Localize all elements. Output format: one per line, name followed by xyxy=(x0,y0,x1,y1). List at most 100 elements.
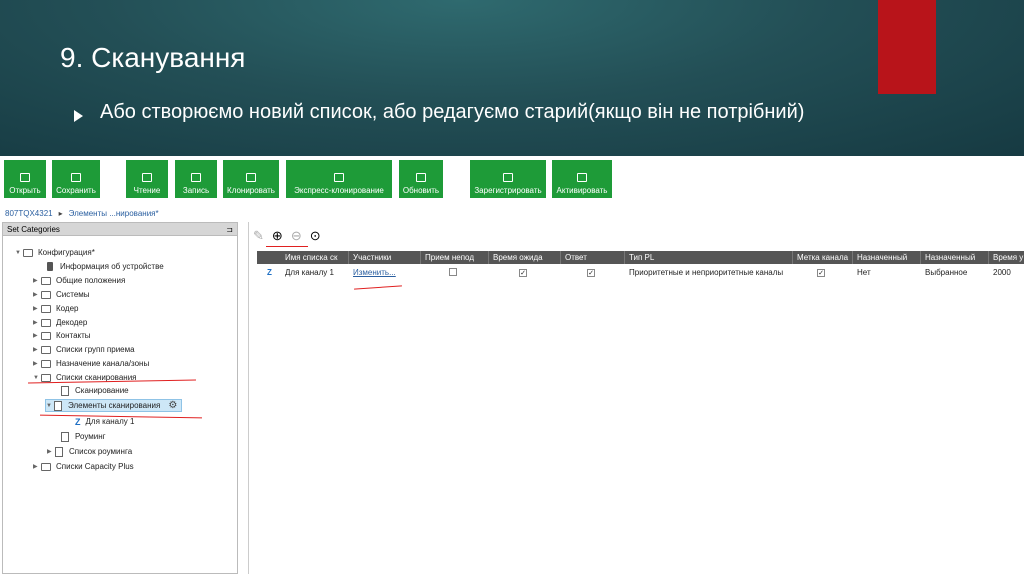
pin-icon[interactable]: ⊐ xyxy=(226,223,233,236)
tree-item-roaming-list[interactable]: ▶ Список роуминга xyxy=(47,445,132,458)
expand-icon[interactable]: ▶ xyxy=(33,463,41,470)
collapse-icon[interactable]: ▼ xyxy=(15,250,23,256)
tree-item-scan-elements[interactable]: ▼ Элементы сканирования ⚙ xyxy=(45,399,183,412)
express-clone-icon xyxy=(334,173,344,182)
expand-icon[interactable]: ▶ xyxy=(33,291,41,298)
checkbox-reply[interactable]: ✓ xyxy=(583,266,603,279)
save-button[interactable]: Сохранить xyxy=(52,160,100,198)
tree-item-coder[interactable]: ▶ Кодер xyxy=(33,302,79,315)
breadcrumb: 807TQX4321 ▸ Элементы ...нирования* xyxy=(5,209,159,218)
folder-icon xyxy=(41,345,51,354)
expand-icon[interactable]: ▶ xyxy=(33,319,41,326)
folder-icon xyxy=(41,331,51,340)
bullet-arrow-icon xyxy=(74,110,83,122)
col-assigned-2[interactable]: Назначенный xyxy=(921,251,989,264)
remove-circle-icon[interactable]: ⊖ xyxy=(291,228,302,244)
edit-pencil-icon[interactable]: ✎ xyxy=(253,228,264,244)
checkbox-channel-mark[interactable]: ✓ xyxy=(813,266,833,279)
col-wait-time[interactable]: Время ожида xyxy=(489,251,561,264)
pages-icon xyxy=(55,446,63,457)
col-rx-unsolicited[interactable]: Прием непод xyxy=(421,251,489,264)
folder-icon xyxy=(41,359,51,368)
cell-pl-type[interactable]: Приоритетные и неприоритетные каналы xyxy=(625,266,793,279)
grid-header: Имя списка ск Участники Прием непод Врем… xyxy=(257,251,1024,264)
folder-icon xyxy=(41,318,51,327)
page-icon xyxy=(61,431,69,442)
table-row[interactable]: Z Для каналу 1 Изменить... ✓ ✓ Приоритет… xyxy=(257,266,1024,280)
collapse-icon[interactable]: ▼ xyxy=(33,375,41,381)
register-button[interactable]: Зарегистрировать xyxy=(470,160,546,198)
update-icon xyxy=(416,173,426,182)
expand-icon[interactable]: ▶ xyxy=(47,448,55,455)
tree-item-scanning[interactable]: Сканирование xyxy=(61,384,129,397)
activate-button[interactable]: Активировать xyxy=(552,160,612,198)
breadcrumb-device[interactable]: 807TQX4321 xyxy=(5,209,53,218)
scan-elements-panel: ✎ ⊕ ⊖ ⊙ Имя списка ск Участники Прием не… xyxy=(248,222,1024,574)
expand-icon[interactable]: ▶ xyxy=(33,346,41,353)
tree-item-contacts[interactable]: ▶ Контакты xyxy=(33,329,91,342)
folder-icon xyxy=(20,173,30,182)
clone-icon xyxy=(246,173,256,182)
express-clone-button[interactable]: Экспресс-клонирование xyxy=(286,160,392,198)
expand-icon[interactable]: ▶ xyxy=(33,360,41,367)
folder-icon xyxy=(41,304,51,313)
edit-members-link[interactable]: Изменить... xyxy=(349,266,421,279)
checkbox-wait-time[interactable]: ✓ xyxy=(515,266,535,279)
cell-time[interactable]: 2000 xyxy=(989,266,1024,279)
write-button[interactable]: Запись xyxy=(175,160,217,198)
breadcrumb-separator-icon: ▸ xyxy=(58,209,63,218)
slide-title: 9. Сканування xyxy=(60,42,246,73)
more-circle-icon[interactable]: ⊙ xyxy=(310,228,321,244)
col-members[interactable]: Участники xyxy=(349,251,421,264)
toolbar: Открыть Сохранить Чтение Запись Клониров… xyxy=(0,156,1024,206)
cell-list-name[interactable]: Для каналу 1 xyxy=(281,266,349,279)
update-button[interactable]: Обновить xyxy=(399,160,443,198)
tree-item-roaming[interactable]: Роуминг xyxy=(61,430,106,443)
folder-icon xyxy=(41,276,51,285)
breadcrumb-section[interactable]: Элементы ...нирования* xyxy=(69,209,159,218)
add-circle-icon[interactable]: ⊕ xyxy=(272,228,283,244)
scan-list-z-icon: Z xyxy=(75,416,81,427)
expand-icon[interactable]: ▶ xyxy=(33,277,41,284)
read-button[interactable]: Чтение xyxy=(126,160,168,198)
tree-item-channel-zones[interactable]: ▶ Назначение канала/зоны xyxy=(33,357,149,370)
tree-item-config[interactable]: ▼ Конфигурация* xyxy=(15,246,95,259)
slide-bullet-text: Або створюємо новий список, або редагуєм… xyxy=(100,101,805,123)
activate-icon xyxy=(577,173,587,182)
scan-list-z-icon: Z xyxy=(267,268,272,277)
tree-item-rx-groups[interactable]: ▶ Списки групп приема xyxy=(33,343,135,356)
page-icon xyxy=(61,385,69,396)
expand-icon[interactable]: ▶ xyxy=(33,305,41,312)
col-pl-type[interactable]: Тип PL xyxy=(625,251,793,264)
cell-assigned-2[interactable]: Выбранное xyxy=(921,266,989,279)
col-assigned-1[interactable]: Назначенный xyxy=(853,251,921,264)
cell-assigned-1[interactable]: Нет xyxy=(853,266,921,279)
panel-header: Set Categories ⊐ xyxy=(3,223,237,236)
clone-button[interactable]: Клонировать xyxy=(223,160,279,198)
col-reply[interactable]: Ответ xyxy=(561,251,625,264)
expand-icon[interactable]: ▶ xyxy=(33,332,41,339)
write-icon xyxy=(191,173,201,182)
star-icon xyxy=(503,173,513,182)
col-channel-mark[interactable]: Метка канала xyxy=(793,251,853,264)
config-icon xyxy=(23,248,33,257)
checkbox-rx-unsolicited[interactable] xyxy=(445,266,465,279)
gear-icon[interactable]: ⚙ xyxy=(168,400,177,411)
col-list-name[interactable]: Имя списка ск xyxy=(281,251,349,264)
tree-item-device-info[interactable]: Информация об устройстве xyxy=(45,260,164,273)
red-accent-block xyxy=(878,0,936,94)
collapse-icon[interactable]: ▼ xyxy=(46,403,54,409)
annotation-underline xyxy=(266,246,308,247)
tree-item-general[interactable]: ▶ Общие положения xyxy=(33,274,125,287)
grid-toolbar: ✎ ⊕ ⊖ ⊙ xyxy=(249,226,321,246)
read-icon xyxy=(142,173,152,182)
slide-header xyxy=(0,0,1024,156)
tree-item-capacity-plus[interactable]: ▶ Списки Capacity Plus xyxy=(33,460,134,473)
tree-item-decoder[interactable]: ▶ Декодер xyxy=(33,316,87,329)
open-button[interactable]: Открыть xyxy=(4,160,46,198)
folder-open-icon xyxy=(41,373,51,382)
tree-item-systems[interactable]: ▶ Системы xyxy=(33,288,90,301)
folder-icon xyxy=(41,462,51,471)
device-icon xyxy=(47,262,53,271)
col-time[interactable]: Время у xyxy=(989,251,1024,264)
